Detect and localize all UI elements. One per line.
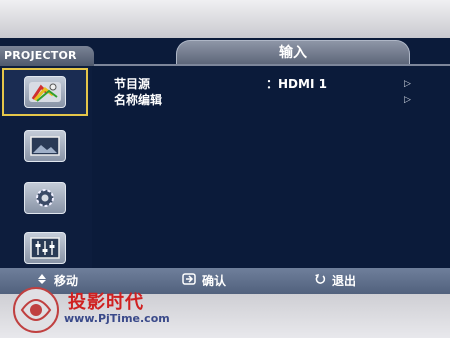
sidebar-item-picture[interactable] — [10, 124, 80, 168]
edit-name-label: 名称编辑 — [114, 93, 163, 107]
input-cables-icon — [24, 76, 66, 108]
footer-exit-label: 退出 — [332, 274, 357, 288]
watermark-url: www.PjTime.com — [64, 312, 170, 325]
menu-row-source[interactable]: 节目源 ：HDMI 1 ▷ — [108, 76, 438, 92]
return-icon — [314, 268, 326, 294]
osd-sidebar — [0, 66, 92, 268]
watermark: 投影时代 www.PjTime.com — [10, 284, 210, 336]
menu-title: 输入 — [176, 40, 410, 65]
projector-bezel-top — [0, 0, 450, 38]
sidebar-item-option[interactable] — [10, 226, 80, 270]
source-value: ：HDMI 1 — [266, 77, 327, 91]
equalizer-icon — [24, 232, 66, 264]
source-label: 节目源 — [114, 77, 151, 91]
watermark-title: 投影时代 — [68, 292, 144, 313]
sidebar-item-input[interactable] — [2, 68, 88, 116]
gear-icon — [24, 182, 66, 214]
brand-label: PROJECTOR — [0, 46, 94, 66]
watermark-logo-icon — [13, 287, 59, 333]
right-arrow-icon: ▷ — [404, 95, 411, 105]
title-divider — [94, 64, 450, 66]
right-arrow-icon: ▷ — [404, 79, 411, 89]
footer-exit: 退出 — [314, 268, 356, 294]
menu-row-edit-name[interactable]: 名称编辑 ▷ — [108, 92, 438, 108]
sidebar-item-setup[interactable] — [10, 176, 80, 220]
menu-content: 节目源 ：HDMI 1 ▷ 名称编辑 ▷ — [108, 76, 438, 108]
picture-icon — [24, 130, 66, 162]
